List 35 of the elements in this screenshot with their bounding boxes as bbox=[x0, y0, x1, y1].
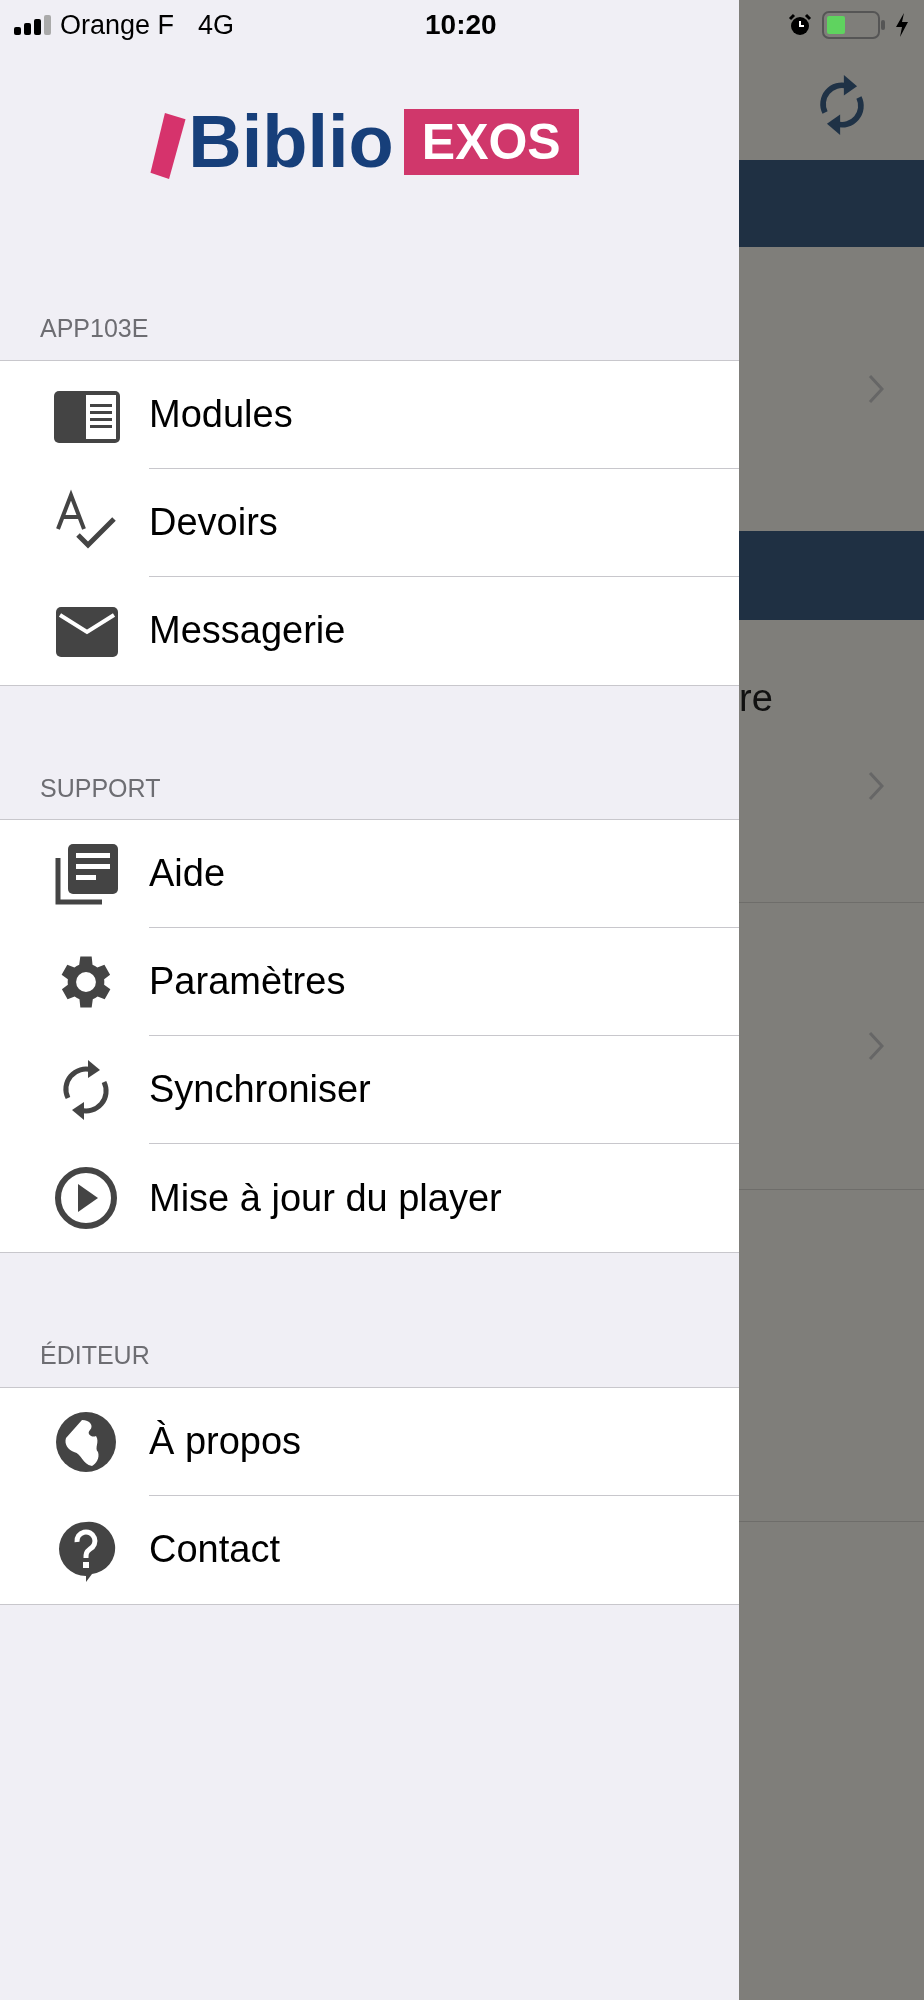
section-header: ÉDITEUR bbox=[39, 1340, 151, 1371]
menu-item[interactable]: À propos bbox=[0, 1387, 739, 1496]
clock-time: 10:20 bbox=[425, 8, 497, 42]
menu-item[interactable]: Modules bbox=[0, 360, 739, 469]
play-icon bbox=[52, 1164, 120, 1232]
logo-badge: EXOS bbox=[403, 109, 579, 175]
menu-item-label: Synchroniser bbox=[149, 1067, 371, 1112]
section-header: APP103E bbox=[39, 313, 150, 344]
menu-item-label: Devoirs bbox=[149, 499, 278, 545]
menu-item[interactable]: Aide bbox=[0, 820, 739, 928]
charging-icon bbox=[896, 13, 908, 37]
menu-item-label: Paramètres bbox=[149, 959, 346, 1004]
menu-item[interactable]: Mise à jour du player bbox=[0, 1144, 739, 1252]
menu-item-label: Modules bbox=[149, 391, 293, 437]
menu-item[interactable]: Contact bbox=[0, 1495, 739, 1604]
menu-item[interactable]: Paramètres bbox=[0, 928, 739, 1036]
menu-item[interactable]: Devoirs bbox=[0, 468, 739, 577]
menu-item-label: Aide bbox=[149, 851, 226, 896]
menu-item[interactable]: Synchroniser bbox=[0, 1036, 739, 1144]
carrier-name: Orange F bbox=[60, 8, 175, 42]
chevron-icon bbox=[868, 1031, 884, 1061]
partial-text: re bbox=[739, 676, 773, 721]
chevron-icon bbox=[868, 374, 884, 404]
chevron-icon bbox=[868, 771, 884, 801]
signal-icon bbox=[14, 15, 54, 35]
logo-text: Biblio bbox=[188, 105, 394, 179]
menu-item[interactable]: Messagerie bbox=[0, 576, 739, 685]
section-header: SUPPORT bbox=[39, 772, 162, 804]
battery-icon bbox=[822, 11, 886, 39]
menu-item-label: À propos bbox=[149, 1418, 302, 1464]
menu-item-label: Messagerie bbox=[149, 608, 346, 653]
network-type: 4G bbox=[198, 8, 235, 42]
alarm-icon bbox=[788, 13, 812, 37]
menu-item-label: Contact bbox=[149, 1527, 280, 1572]
menu-item-label: Mise à jour du player bbox=[149, 1175, 502, 1221]
